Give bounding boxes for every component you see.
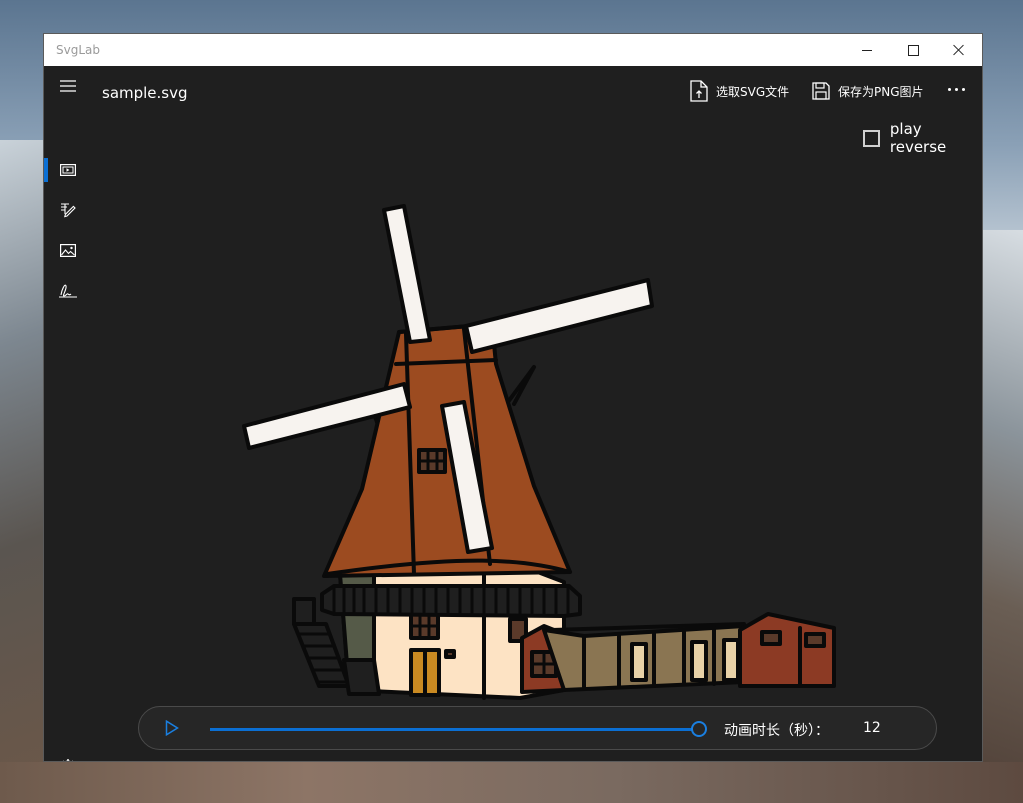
play-reverse-label: play reverse — [889, 120, 947, 156]
play-reverse-toggle[interactable]: play reverse — [863, 120, 982, 156]
progress-slider-thumb[interactable] — [691, 721, 707, 737]
play-button[interactable] — [165, 719, 179, 740]
more-icon-dot — [962, 88, 965, 91]
open-svg-button[interactable]: 选取SVG文件 — [690, 80, 789, 102]
play-reverse-checkbox[interactable] — [863, 129, 880, 147]
navigation-pane — [44, 66, 92, 761]
open-file-icon — [690, 80, 708, 102]
save-png-label: 保存为PNG图片 — [838, 84, 924, 99]
more-icon-dot — [948, 88, 951, 91]
more-icon-dot — [955, 88, 958, 91]
play-icon — [165, 719, 179, 737]
player-icon — [60, 164, 76, 176]
nav-item-image[interactable] — [44, 230, 92, 270]
nav-item-draw[interactable] — [44, 270, 92, 310]
duration-label: 动画时长（秒）： — [724, 723, 829, 739]
hamburger-icon — [60, 80, 76, 92]
open-svg-label: 选取SVG文件 — [716, 84, 790, 99]
image-icon — [60, 243, 76, 257]
app-window: SvgLab sample.svg 选取SVG文件 保存为PNG图片 play … — [43, 33, 983, 762]
save-png-button[interactable]: 保存为PNG图片 — [812, 80, 924, 102]
app-title: SvgLab — [56, 43, 100, 57]
windmill-illustration — [242, 204, 836, 700]
maximize-icon — [907, 44, 919, 56]
save-icon — [812, 82, 830, 100]
more-button[interactable] — [948, 88, 965, 91]
animation-player-bar: 动画时长（秒）： 12 — [138, 706, 937, 750]
settings-button[interactable] — [44, 746, 92, 761]
duration-value[interactable]: 12 — [863, 720, 881, 736]
hamburger-menu-button[interactable] — [44, 66, 92, 106]
desktop-wallpaper-bottom — [0, 762, 1023, 803]
minimize-icon — [862, 49, 872, 51]
gear-icon — [63, 759, 73, 761]
desktop-wallpaper-right — [981, 230, 1023, 803]
close-button[interactable] — [936, 34, 982, 66]
document-title: sample.svg — [102, 84, 188, 102]
progress-slider[interactable] — [210, 728, 699, 731]
signature-icon — [59, 284, 77, 298]
close-icon — [953, 44, 965, 56]
title-bar[interactable]: SvgLab — [44, 34, 982, 66]
nav-item-preview[interactable] — [44, 150, 92, 190]
edit-icon — [61, 203, 76, 218]
svg-preview-canvas — [242, 204, 836, 700]
maximize-button[interactable] — [890, 34, 936, 66]
minimize-button[interactable] — [844, 34, 890, 66]
nav-item-edit[interactable] — [44, 190, 92, 230]
